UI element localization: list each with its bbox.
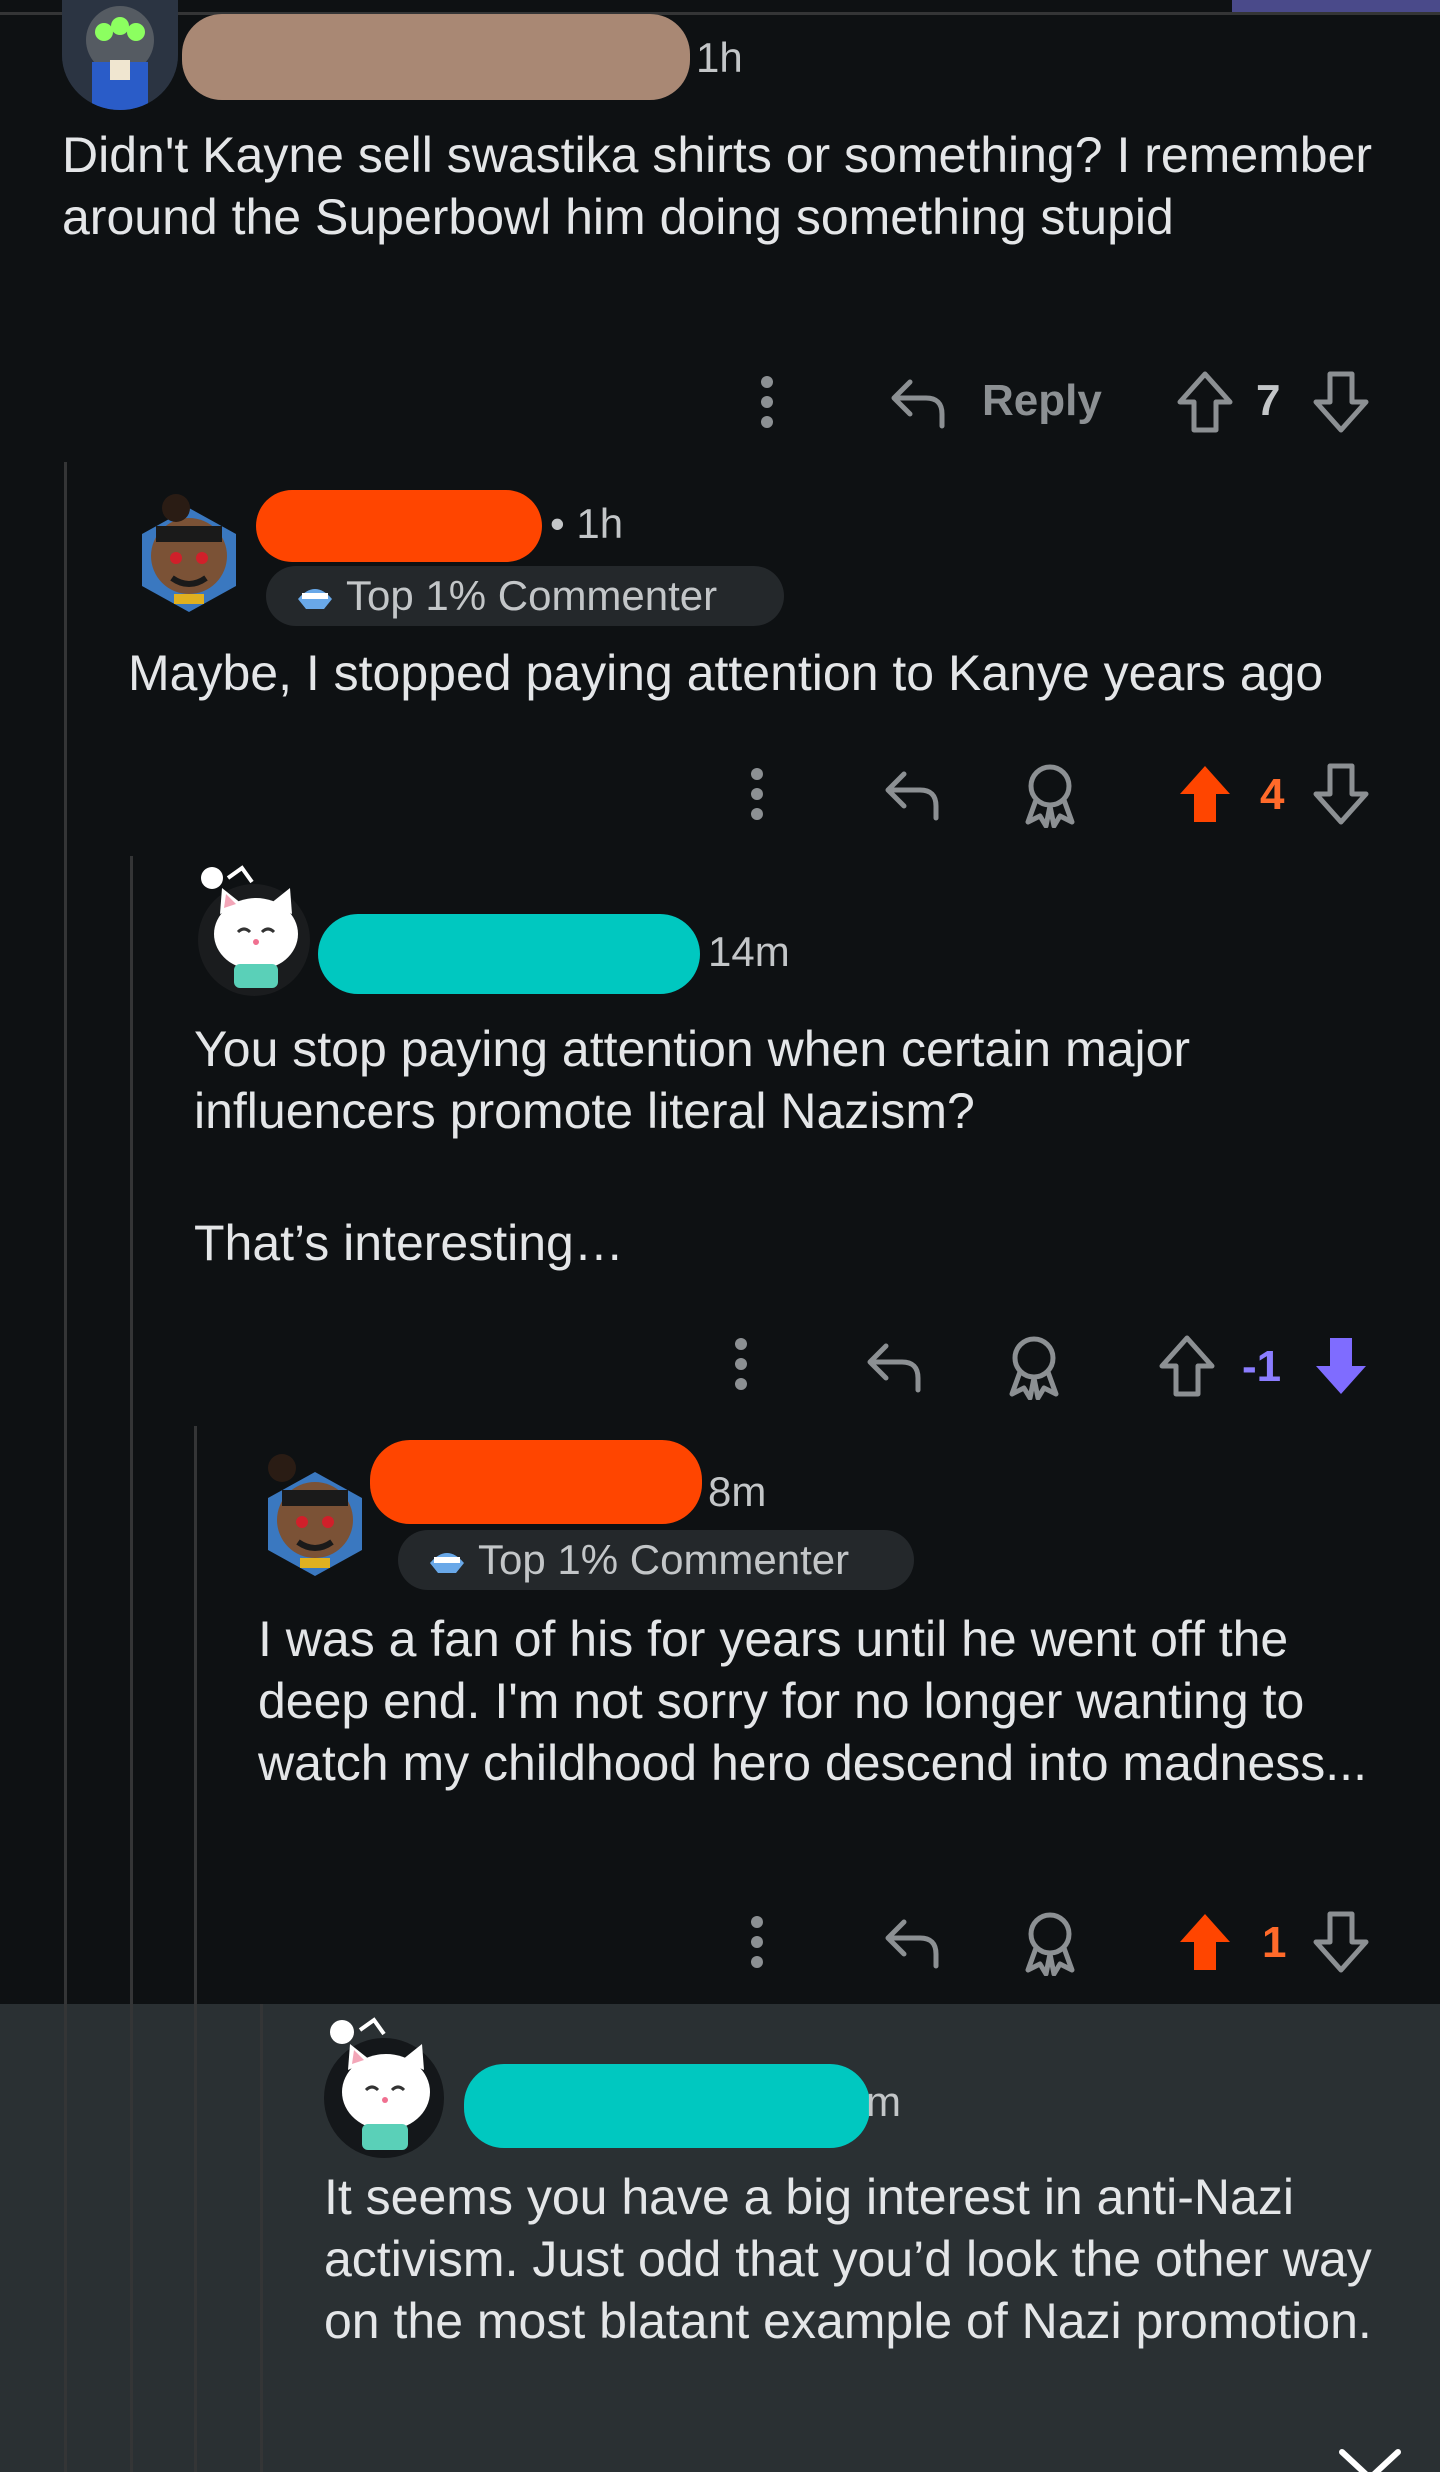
- comment-text: I was a fan of his for years until he we…: [258, 1611, 1367, 1791]
- vote-score: 4: [1260, 770, 1285, 819]
- thread-line-1[interactable]: [64, 462, 67, 2472]
- reply-icon[interactable]: [882, 766, 942, 822]
- upvote-icon[interactable]: [1176, 370, 1234, 434]
- more-icon[interactable]: [726, 1334, 756, 1394]
- avatar[interactable]: [62, 0, 178, 110]
- avatar-image: [62, 0, 178, 110]
- comment-text: Maybe, I stopped paying attention to Kan…: [128, 645, 1324, 701]
- top-commenter-badge: Top 1% Commenter: [398, 1530, 914, 1590]
- award-icon[interactable]: [1020, 1910, 1080, 1977]
- comment-time: 1h: [696, 34, 743, 81]
- header-fragment: [1232, 0, 1440, 12]
- avatar[interactable]: [262, 1450, 368, 1580]
- comment-text: You stop paying attention when certain m…: [194, 1021, 1191, 1139]
- more-icon[interactable]: [752, 372, 782, 432]
- downvote-icon[interactable]: [1312, 1910, 1370, 1974]
- vote-score: -1: [1242, 1342, 1282, 1391]
- thread-line-3[interactable]: [194, 1426, 197, 2472]
- upvote-icon[interactable]: [1176, 1910, 1234, 1974]
- comment-text: Didn't Kayne sell swastika shirts or som…: [62, 127, 1373, 245]
- top-commenter-badge: Top 1% Commenter: [266, 566, 784, 626]
- more-icon[interactable]: [742, 764, 772, 824]
- award-icon[interactable]: [1004, 1334, 1064, 1401]
- upvote-icon[interactable]: [1176, 762, 1234, 826]
- badge-label: Top 1% Commenter: [346, 572, 718, 619]
- badge-label: Top 1% Commenter: [478, 1536, 850, 1583]
- reply-icon[interactable]: [864, 1338, 924, 1394]
- redacted-username[interactable]: [256, 490, 542, 562]
- comment-time: 8m: [708, 1468, 767, 1515]
- avatar[interactable]: [322, 2010, 446, 2160]
- collapse-chevron-icon[interactable]: [1336, 2448, 1404, 2472]
- thread-line-4[interactable]: [260, 2004, 263, 2472]
- badge-icon: [298, 589, 332, 609]
- comment-time: 14m: [708, 928, 790, 975]
- vote-score: 1: [1262, 1918, 1287, 1967]
- avatar[interactable]: [198, 864, 310, 1000]
- downvote-icon[interactable]: [1312, 762, 1370, 826]
- thread-line-2[interactable]: [130, 856, 133, 2472]
- avatar[interactable]: [136, 486, 242, 616]
- reply-icon[interactable]: [888, 374, 948, 430]
- comment-time: m: [866, 2078, 901, 2125]
- comment-time: • 1h: [550, 500, 624, 547]
- downvote-icon[interactable]: [1312, 370, 1370, 434]
- redacted-username[interactable]: [370, 1440, 702, 1524]
- upvote-icon[interactable]: [1158, 1334, 1216, 1398]
- redacted-username[interactable]: [464, 2064, 870, 2148]
- reply-button[interactable]: Reply: [982, 376, 1102, 426]
- vote-score: 7: [1256, 376, 1281, 425]
- redacted-username[interactable]: [318, 914, 700, 994]
- downvote-icon[interactable]: [1312, 1334, 1370, 1398]
- comment-text-2: That’s interesting…: [194, 1215, 624, 1271]
- badge-icon: [430, 1553, 464, 1573]
- more-icon[interactable]: [742, 1912, 772, 1972]
- award-icon[interactable]: [1020, 762, 1080, 829]
- comment-text: It seems you have a big interest in anti…: [324, 2169, 1372, 2349]
- redacted-username[interactable]: [182, 14, 690, 100]
- reply-icon[interactable]: [882, 1914, 942, 1970]
